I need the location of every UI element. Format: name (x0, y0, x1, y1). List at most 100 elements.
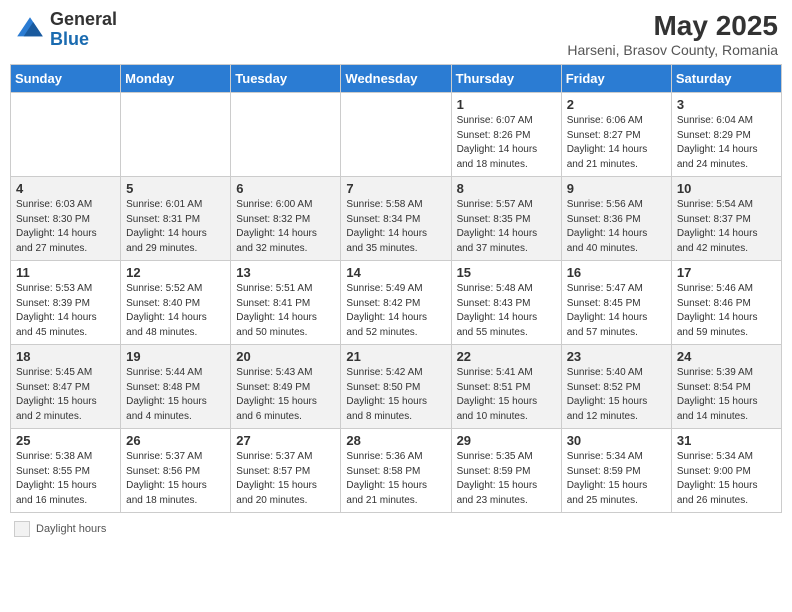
calendar-cell: 15 Sunrise: 5:48 AM Sunset: 8:43 PM Dayli… (451, 261, 561, 345)
calendar-cell: 28 Sunrise: 5:36 AM Sunset: 8:58 PM Dayli… (341, 429, 451, 513)
day-info: Sunrise: 5:54 AM Sunset: 8:37 PM Dayligh… (677, 198, 776, 256)
calendar-cell: 11 Sunrise: 5:53 AM Sunset: 8:39 PM Dayli… (11, 261, 121, 345)
day-number: 29 (457, 433, 556, 448)
footer-note-label: Daylight hours (36, 523, 106, 535)
day-number: 23 (567, 349, 666, 364)
calendar-table: SundayMondayTuesdayWednesdayThursdayFrid… (10, 64, 782, 513)
day-number: 9 (567, 181, 666, 196)
day-info: Sunrise: 5:46 AM Sunset: 8:46 PM Dayligh… (677, 282, 776, 340)
day-info: Sunrise: 5:37 AM Sunset: 8:56 PM Dayligh… (126, 450, 225, 508)
day-number: 20 (236, 349, 335, 364)
day-info: Sunrise: 6:07 AM Sunset: 8:26 PM Dayligh… (457, 114, 556, 172)
day-number: 28 (346, 433, 445, 448)
calendar-cell: 7 Sunrise: 5:58 AM Sunset: 8:34 PM Daylig… (341, 177, 451, 261)
day-info: Sunrise: 5:35 AM Sunset: 8:59 PM Dayligh… (457, 450, 556, 508)
calendar-day-header-wednesday: Wednesday (341, 65, 451, 93)
calendar-cell: 23 Sunrise: 5:40 AM Sunset: 8:52 PM Dayli… (561, 345, 671, 429)
day-number: 21 (346, 349, 445, 364)
day-number: 27 (236, 433, 335, 448)
subtitle: Harseni, Brasov County, Romania (567, 42, 778, 58)
day-number: 13 (236, 265, 335, 280)
calendar-cell (11, 93, 121, 177)
page-header: General Blue May 2025 Harseni, Brasov Co… (10, 10, 782, 58)
calendar-cell: 12 Sunrise: 5:52 AM Sunset: 8:40 PM Dayli… (121, 261, 231, 345)
day-number: 22 (457, 349, 556, 364)
calendar-cell: 30 Sunrise: 5:34 AM Sunset: 8:59 PM Dayli… (561, 429, 671, 513)
calendar-cell: 16Sunrise: 5:47 AM Sunset: 8:45 PM Dayli… (561, 261, 671, 345)
day-number: 17 (677, 265, 776, 280)
day-number: 15 (457, 265, 556, 280)
day-info: Sunrise: 6:00 AM Sunset: 8:32 PM Dayligh… (236, 198, 335, 256)
footer-note: Daylight hours (10, 521, 782, 537)
logo-icon (14, 14, 46, 46)
day-number: 26 (126, 433, 225, 448)
day-info: Sunrise: 5:37 AM Sunset: 8:57 PM Dayligh… (236, 450, 335, 508)
day-info: Sunrise: 5:57 AM Sunset: 8:35 PM Dayligh… (457, 198, 556, 256)
day-info: Sunrise: 5:41 AM Sunset: 8:51 PM Dayligh… (457, 366, 556, 424)
calendar-cell: 13Sunrise: 5:51 AM Sunset: 8:41 PM Dayli… (231, 261, 341, 345)
calendar-week-row: 1 Sunrise: 6:07 AM Sunset: 8:26 PM Daylig… (11, 93, 782, 177)
calendar-cell: 31Sunrise: 5:34 AM Sunset: 9:00 PM Dayli… (671, 429, 781, 513)
calendar-cell: 17 Sunrise: 5:46 AM Sunset: 8:46 PM Dayli… (671, 261, 781, 345)
day-info: Sunrise: 5:58 AM Sunset: 8:34 PM Dayligh… (346, 198, 445, 256)
calendar-cell: 8 Sunrise: 5:57 AM Sunset: 8:35 PM Daylig… (451, 177, 561, 261)
calendar-cell: 9 Sunrise: 5:56 AM Sunset: 8:36 PM Daylig… (561, 177, 671, 261)
calendar-cell: 20Sunrise: 5:43 AM Sunset: 8:49 PM Dayli… (231, 345, 341, 429)
footer-note-box (14, 521, 30, 537)
calendar-cell: 10Sunrise: 5:54 AM Sunset: 8:37 PM Dayli… (671, 177, 781, 261)
day-number: 1 (457, 97, 556, 112)
calendar-cell (121, 93, 231, 177)
day-info: Sunrise: 6:06 AM Sunset: 8:27 PM Dayligh… (567, 114, 666, 172)
day-info: Sunrise: 5:56 AM Sunset: 8:36 PM Dayligh… (567, 198, 666, 256)
calendar-cell: 4Sunrise: 6:03 AM Sunset: 8:30 PM Daylig… (11, 177, 121, 261)
day-info: Sunrise: 5:52 AM Sunset: 8:40 PM Dayligh… (126, 282, 225, 340)
day-info: Sunrise: 5:34 AM Sunset: 8:59 PM Dayligh… (567, 450, 666, 508)
calendar-day-header-friday: Friday (561, 65, 671, 93)
day-number: 11 (16, 265, 115, 280)
day-number: 19 (126, 349, 225, 364)
day-info: Sunrise: 5:49 AM Sunset: 8:42 PM Dayligh… (346, 282, 445, 340)
day-number: 30 (567, 433, 666, 448)
day-info: Sunrise: 6:01 AM Sunset: 8:31 PM Dayligh… (126, 198, 225, 256)
calendar-cell: 2 Sunrise: 6:06 AM Sunset: 8:27 PM Daylig… (561, 93, 671, 177)
logo-text: General Blue (50, 10, 117, 50)
calendar-cell: 1 Sunrise: 6:07 AM Sunset: 8:26 PM Daylig… (451, 93, 561, 177)
day-info: Sunrise: 5:48 AM Sunset: 8:43 PM Dayligh… (457, 282, 556, 340)
day-number: 16 (567, 265, 666, 280)
calendar-week-row: 18Sunrise: 5:45 AM Sunset: 8:47 PM Dayli… (11, 345, 782, 429)
calendar-day-header-tuesday: Tuesday (231, 65, 341, 93)
day-number: 8 (457, 181, 556, 196)
calendar-day-header-thursday: Thursday (451, 65, 561, 93)
calendar-day-header-monday: Monday (121, 65, 231, 93)
day-info: Sunrise: 5:36 AM Sunset: 8:58 PM Dayligh… (346, 450, 445, 508)
calendar-cell: 19Sunrise: 5:44 AM Sunset: 8:48 PM Dayli… (121, 345, 231, 429)
calendar-cell (231, 93, 341, 177)
day-number: 7 (346, 181, 445, 196)
day-number: 12 (126, 265, 225, 280)
day-info: Sunrise: 5:34 AM Sunset: 9:00 PM Dayligh… (677, 450, 776, 508)
day-info: Sunrise: 6:04 AM Sunset: 8:29 PM Dayligh… (677, 114, 776, 172)
day-number: 5 (126, 181, 225, 196)
calendar-week-row: 25Sunrise: 5:38 AM Sunset: 8:55 PM Dayli… (11, 429, 782, 513)
day-number: 2 (567, 97, 666, 112)
calendar-cell: 21 Sunrise: 5:42 AM Sunset: 8:50 PM Dayli… (341, 345, 451, 429)
logo-general: General (50, 9, 117, 29)
logo-blue: Blue (50, 29, 89, 49)
day-number: 6 (236, 181, 335, 196)
day-number: 4 (16, 181, 115, 196)
calendar-cell: 25Sunrise: 5:38 AM Sunset: 8:55 PM Dayli… (11, 429, 121, 513)
logo: General Blue (14, 10, 117, 50)
calendar-cell: 5 Sunrise: 6:01 AM Sunset: 8:31 PM Daylig… (121, 177, 231, 261)
title-section: May 2025 Harseni, Brasov County, Romania (567, 10, 778, 58)
calendar-cell: 3 Sunrise: 6:04 AM Sunset: 8:29 PM Daylig… (671, 93, 781, 177)
day-info: Sunrise: 5:53 AM Sunset: 8:39 PM Dayligh… (16, 282, 115, 340)
calendar-cell: 27 Sunrise: 5:37 AM Sunset: 8:57 PM Dayli… (231, 429, 341, 513)
day-info: Sunrise: 5:45 AM Sunset: 8:47 PM Dayligh… (16, 366, 115, 424)
calendar-cell: 18Sunrise: 5:45 AM Sunset: 8:47 PM Dayli… (11, 345, 121, 429)
calendar-week-row: 4Sunrise: 6:03 AM Sunset: 8:30 PM Daylig… (11, 177, 782, 261)
day-info: Sunrise: 5:42 AM Sunset: 8:50 PM Dayligh… (346, 366, 445, 424)
day-number: 3 (677, 97, 776, 112)
day-info: Sunrise: 5:40 AM Sunset: 8:52 PM Dayligh… (567, 366, 666, 424)
calendar-day-header-sunday: Sunday (11, 65, 121, 93)
calendar-cell: 26 Sunrise: 5:37 AM Sunset: 8:56 PM Dayli… (121, 429, 231, 513)
